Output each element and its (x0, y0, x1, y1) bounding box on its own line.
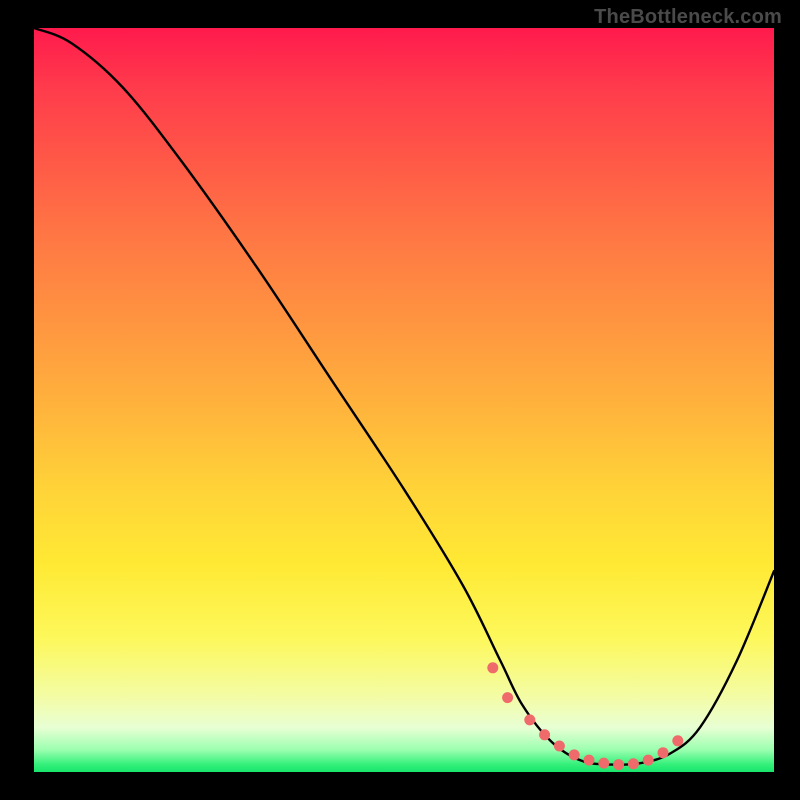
bottleneck-curve-path (34, 28, 774, 765)
plot-area (34, 28, 774, 772)
watermark-text: TheBottleneck.com (594, 6, 782, 29)
highlight-dot (628, 758, 639, 769)
highlight-dot (502, 692, 513, 703)
highlight-dots-group (487, 662, 683, 770)
highlight-dot (613, 759, 624, 770)
highlight-dot (658, 747, 669, 758)
highlight-dot (539, 729, 550, 740)
highlight-dot (643, 755, 654, 766)
highlight-dot (554, 741, 565, 752)
highlight-dot (672, 735, 683, 746)
chart-frame: TheBottleneck.com (0, 0, 800, 800)
highlight-dot (487, 662, 498, 673)
curve-layer (34, 28, 774, 772)
highlight-dot (598, 758, 609, 769)
highlight-dot (569, 749, 580, 760)
highlight-dot (524, 714, 535, 725)
highlight-dot (584, 755, 595, 766)
